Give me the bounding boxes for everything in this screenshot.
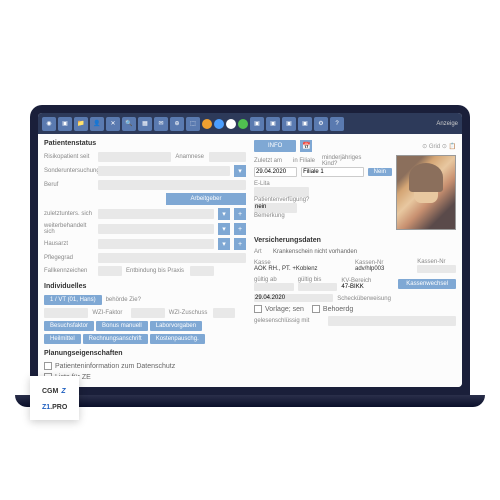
toolbar-icon[interactable]: ✉ xyxy=(154,117,168,131)
date-field[interactable]: 29.04.2020 xyxy=(254,167,297,177)
section-patientenstatus: Patientenstatus xyxy=(44,140,246,147)
toolbar-icon[interactable]: ▦ xyxy=(138,117,152,131)
main-toolbar: ◉ ▣ 📁 👤 ✕ 🔍 ▦ ✉ ⊕ ⬚ ▣ ▣ ▣ ▣ ⚙ ? Anzeige xyxy=(38,113,462,134)
toolbar-icon[interactable]: ⚙ xyxy=(314,117,328,131)
left-column: Patientenstatus Risikopatient seitAnamne… xyxy=(44,140,246,381)
toolbar-icon[interactable]: 👤 xyxy=(90,117,104,131)
toolbar-icon[interactable]: 🔍 xyxy=(122,117,136,131)
section-individuelles: Individuelles xyxy=(44,283,246,290)
toolbar-icon[interactable]: ▣ xyxy=(282,117,296,131)
status-dot xyxy=(214,119,224,129)
calendar-icon[interactable]: 📅 xyxy=(300,140,312,152)
checkbox[interactable] xyxy=(44,362,52,370)
status-dot xyxy=(202,119,212,129)
toolbar-icon[interactable]: ⊕ xyxy=(170,117,184,131)
toolbar-icon[interactable]: ▣ xyxy=(250,117,264,131)
risiko-field[interactable] xyxy=(98,152,171,162)
toolbar-icon[interactable]: ? xyxy=(330,117,344,131)
section-versicherung: Versicherungsdaten xyxy=(254,237,456,244)
vt-button[interactable]: 1 / VT (01, Hans) xyxy=(44,295,102,305)
anzeige-label: Anzeige xyxy=(436,121,458,127)
toolbar-icon[interactable]: ✕ xyxy=(106,117,120,131)
status-dot xyxy=(226,119,236,129)
patient-photo xyxy=(396,155,456,230)
toolbar-icon[interactable]: ⬚ xyxy=(186,117,200,131)
product-logo: CGM Z Z1.PRO xyxy=(30,376,79,420)
status-dot xyxy=(238,119,248,129)
right-column: INFO 📅 ⊙ Grid ⊙ 📋 Zuletzt amin Filialemi… xyxy=(254,140,456,381)
toolbar-icon[interactable]: ▣ xyxy=(58,117,72,131)
info-button[interactable]: INFO xyxy=(254,140,296,152)
expand-icon[interactable]: ▾ xyxy=(234,165,246,177)
section-planung: Planungseigenschaften xyxy=(44,350,246,357)
arbeitgeber-button[interactable]: Arbeitgeber xyxy=(166,193,246,205)
toolbar-icon[interactable]: ▣ xyxy=(298,117,312,131)
toolbar-icon[interactable]: ▣ xyxy=(266,117,280,131)
kassenwechsel-button[interactable]: Kassenwechsel xyxy=(398,279,456,289)
toolbar-icon[interactable]: 📁 xyxy=(74,117,88,131)
toolbar-icon[interactable]: ◉ xyxy=(42,117,56,131)
